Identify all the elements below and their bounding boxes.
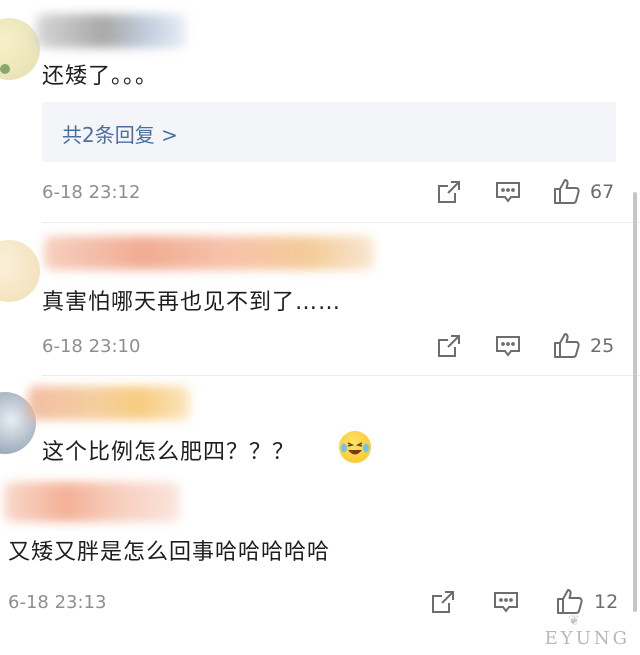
watermark-ornament: ❦	[568, 613, 580, 629]
like-count: 67	[590, 181, 615, 203]
comment-icon[interactable]	[493, 590, 519, 618]
username-blurred[interactable]	[4, 482, 180, 522]
scrollbar[interactable]	[633, 192, 637, 612]
comment-time: 6-18 23:13	[8, 592, 107, 613]
avatar[interactable]	[0, 240, 40, 302]
like-count: 25	[590, 335, 615, 357]
comment-text: 真害怕哪天再也见不到了……	[42, 290, 342, 315]
divider	[42, 375, 640, 376]
comment-text: 又矮又胖是怎么回事哈哈哈哈哈	[8, 540, 331, 565]
username-blurred[interactable]	[28, 386, 190, 420]
like-count: 12	[594, 591, 619, 613]
divider	[42, 222, 640, 223]
share-icon[interactable]	[430, 589, 456, 619]
share-icon[interactable]	[436, 179, 462, 209]
like-icon[interactable]	[553, 331, 581, 363]
comment-text: 还矮了。。。	[42, 64, 159, 89]
avatar[interactable]	[0, 18, 40, 80]
comment-text: 这个比例怎么肥四？？？	[42, 440, 296, 465]
username-blurred[interactable]	[36, 14, 186, 48]
share-icon[interactable]	[436, 333, 462, 363]
view-replies-link[interactable]: 共2条回复 >	[62, 119, 178, 148]
comment-time: 6-18 23:12	[42, 182, 141, 203]
username-blurred[interactable]	[44, 236, 374, 270]
laughing-crying-emoji	[339, 431, 371, 463]
comment-icon[interactable]	[495, 180, 521, 208]
like-icon[interactable]	[553, 177, 581, 209]
reply-summary-box[interactable]: 共2条回复 >	[42, 102, 616, 162]
comment-time: 6-18 23:10	[42, 336, 141, 357]
comment-icon[interactable]	[495, 334, 521, 362]
watermark: EYUNG	[544, 628, 630, 649]
